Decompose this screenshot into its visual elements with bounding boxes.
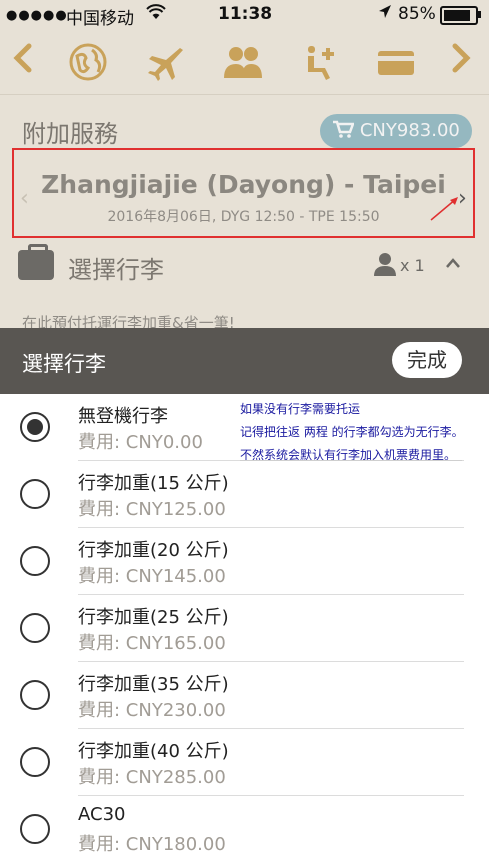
- background-page: 附加服務 CNY983.00 ‹ Zhangjiajie (Dayong) - …: [0, 28, 489, 332]
- option-fee: 費用: CNY145.00: [78, 566, 226, 587]
- globe-icon[interactable]: [68, 42, 108, 89]
- radio-icon[interactable]: [20, 680, 50, 710]
- passenger-count: x 1: [400, 256, 425, 275]
- list-item[interactable]: 行李加重(40 公斤) 費用: CNY285.00: [0, 729, 489, 796]
- list-item[interactable]: 行李加重(35 公斤) 費用: CNY230.00: [0, 662, 489, 729]
- option-fee: 費用: CNY165.00: [78, 633, 226, 654]
- section-title: 附加服務: [22, 120, 118, 148]
- seat-icon[interactable]: [300, 42, 340, 89]
- done-button[interactable]: 完成: [392, 342, 462, 378]
- annotation-arrow-icon: [430, 197, 458, 221]
- radio-icon[interactable]: [20, 479, 50, 509]
- option-fee: 費用: CNY180.00: [78, 834, 226, 855]
- option-name: 行李加重(40 公斤): [78, 741, 229, 762]
- list-item[interactable]: AC30 費用: CNY180.00: [0, 796, 489, 863]
- annotation-line-2: 记得把往返 两程 的行李都勾选为无行李。: [240, 425, 464, 439]
- annotation-note: 如果没有行李需要托运 记得把往返 两程 的行李都勾选为无行李。 不然系统会默认有…: [240, 398, 489, 467]
- clock: 11:38: [218, 4, 273, 24]
- battery-icon: [440, 6, 478, 25]
- radio-icon[interactable]: [20, 814, 50, 844]
- radio-icon[interactable]: [20, 613, 50, 643]
- people-icon[interactable]: [222, 42, 264, 89]
- route-name: Zhangjiajie (Dayong) - Taipei: [41, 170, 446, 199]
- baggage-picker-header: 選擇行李 完成: [0, 328, 489, 394]
- annotation-line-3: 不然系统会默认有行李加入机票费用里。: [240, 448, 457, 462]
- chevron-up-icon[interactable]: [444, 254, 462, 275]
- total-price: CNY983.00: [359, 120, 460, 141]
- baggage-row[interactable]: 選擇行李 x 1: [16, 244, 473, 288]
- option-name: 行李加重(25 公斤): [78, 607, 229, 628]
- step-navbar: [0, 28, 489, 95]
- option-name: 行李加重(20 公斤): [78, 540, 229, 561]
- radio-selected-icon[interactable]: [20, 412, 50, 442]
- status-bar: ●●●●● 中国移动 11:38 85%: [0, 0, 489, 29]
- location-arrow-icon: [378, 4, 392, 24]
- route-selector[interactable]: ‹ Zhangjiajie (Dayong) - Taipei 2016年8月0…: [12, 148, 475, 238]
- cart-icon: [332, 120, 360, 141]
- list-item[interactable]: 行李加重(25 公斤) 費用: CNY165.00: [0, 595, 489, 662]
- total-price-badge[interactable]: CNY983.00: [320, 114, 472, 148]
- list-item[interactable]: 行李加重(15 公斤) 費用: CNY125.00: [0, 461, 489, 528]
- signal-dots: ●●●●●: [6, 8, 68, 23]
- plane-icon[interactable]: [146, 42, 186, 89]
- list-item[interactable]: 行李加重(20 公斤) 費用: CNY145.00: [0, 528, 489, 595]
- option-name: AC30: [78, 804, 126, 825]
- option-fee: 費用: CNY285.00: [78, 767, 226, 788]
- carrier-name: 中国移动: [66, 9, 134, 29]
- suitcase-icon: [18, 244, 54, 280]
- person-icon: [374, 252, 396, 282]
- option-fee: 費用: CNY230.00: [78, 700, 226, 721]
- picker-title: 選擇行李: [22, 352, 106, 376]
- battery-percent: 85%: [398, 4, 436, 24]
- card-icon[interactable]: [376, 42, 416, 89]
- baggage-title: 選擇行李: [68, 256, 164, 284]
- option-name: 行李加重(35 公斤): [78, 674, 229, 695]
- option-name: 行李加重(15 公斤): [78, 473, 229, 494]
- option-fee: 費用: CNY125.00: [78, 499, 226, 520]
- wifi-icon: [146, 4, 166, 24]
- annotation-line-1: 如果没有行李需要托运: [240, 402, 361, 416]
- radio-icon[interactable]: [20, 747, 50, 777]
- divider: [240, 460, 462, 461]
- radio-icon[interactable]: [20, 546, 50, 576]
- route-detail: 2016年8月06日, DYG 12:50 - TPE 15:50: [107, 209, 380, 225]
- chevron-right-icon[interactable]: [450, 42, 472, 81]
- option-name: 無登機行李: [78, 406, 168, 427]
- chevron-left-icon[interactable]: [12, 42, 34, 81]
- option-fee: 費用: CNY0.00: [78, 432, 203, 453]
